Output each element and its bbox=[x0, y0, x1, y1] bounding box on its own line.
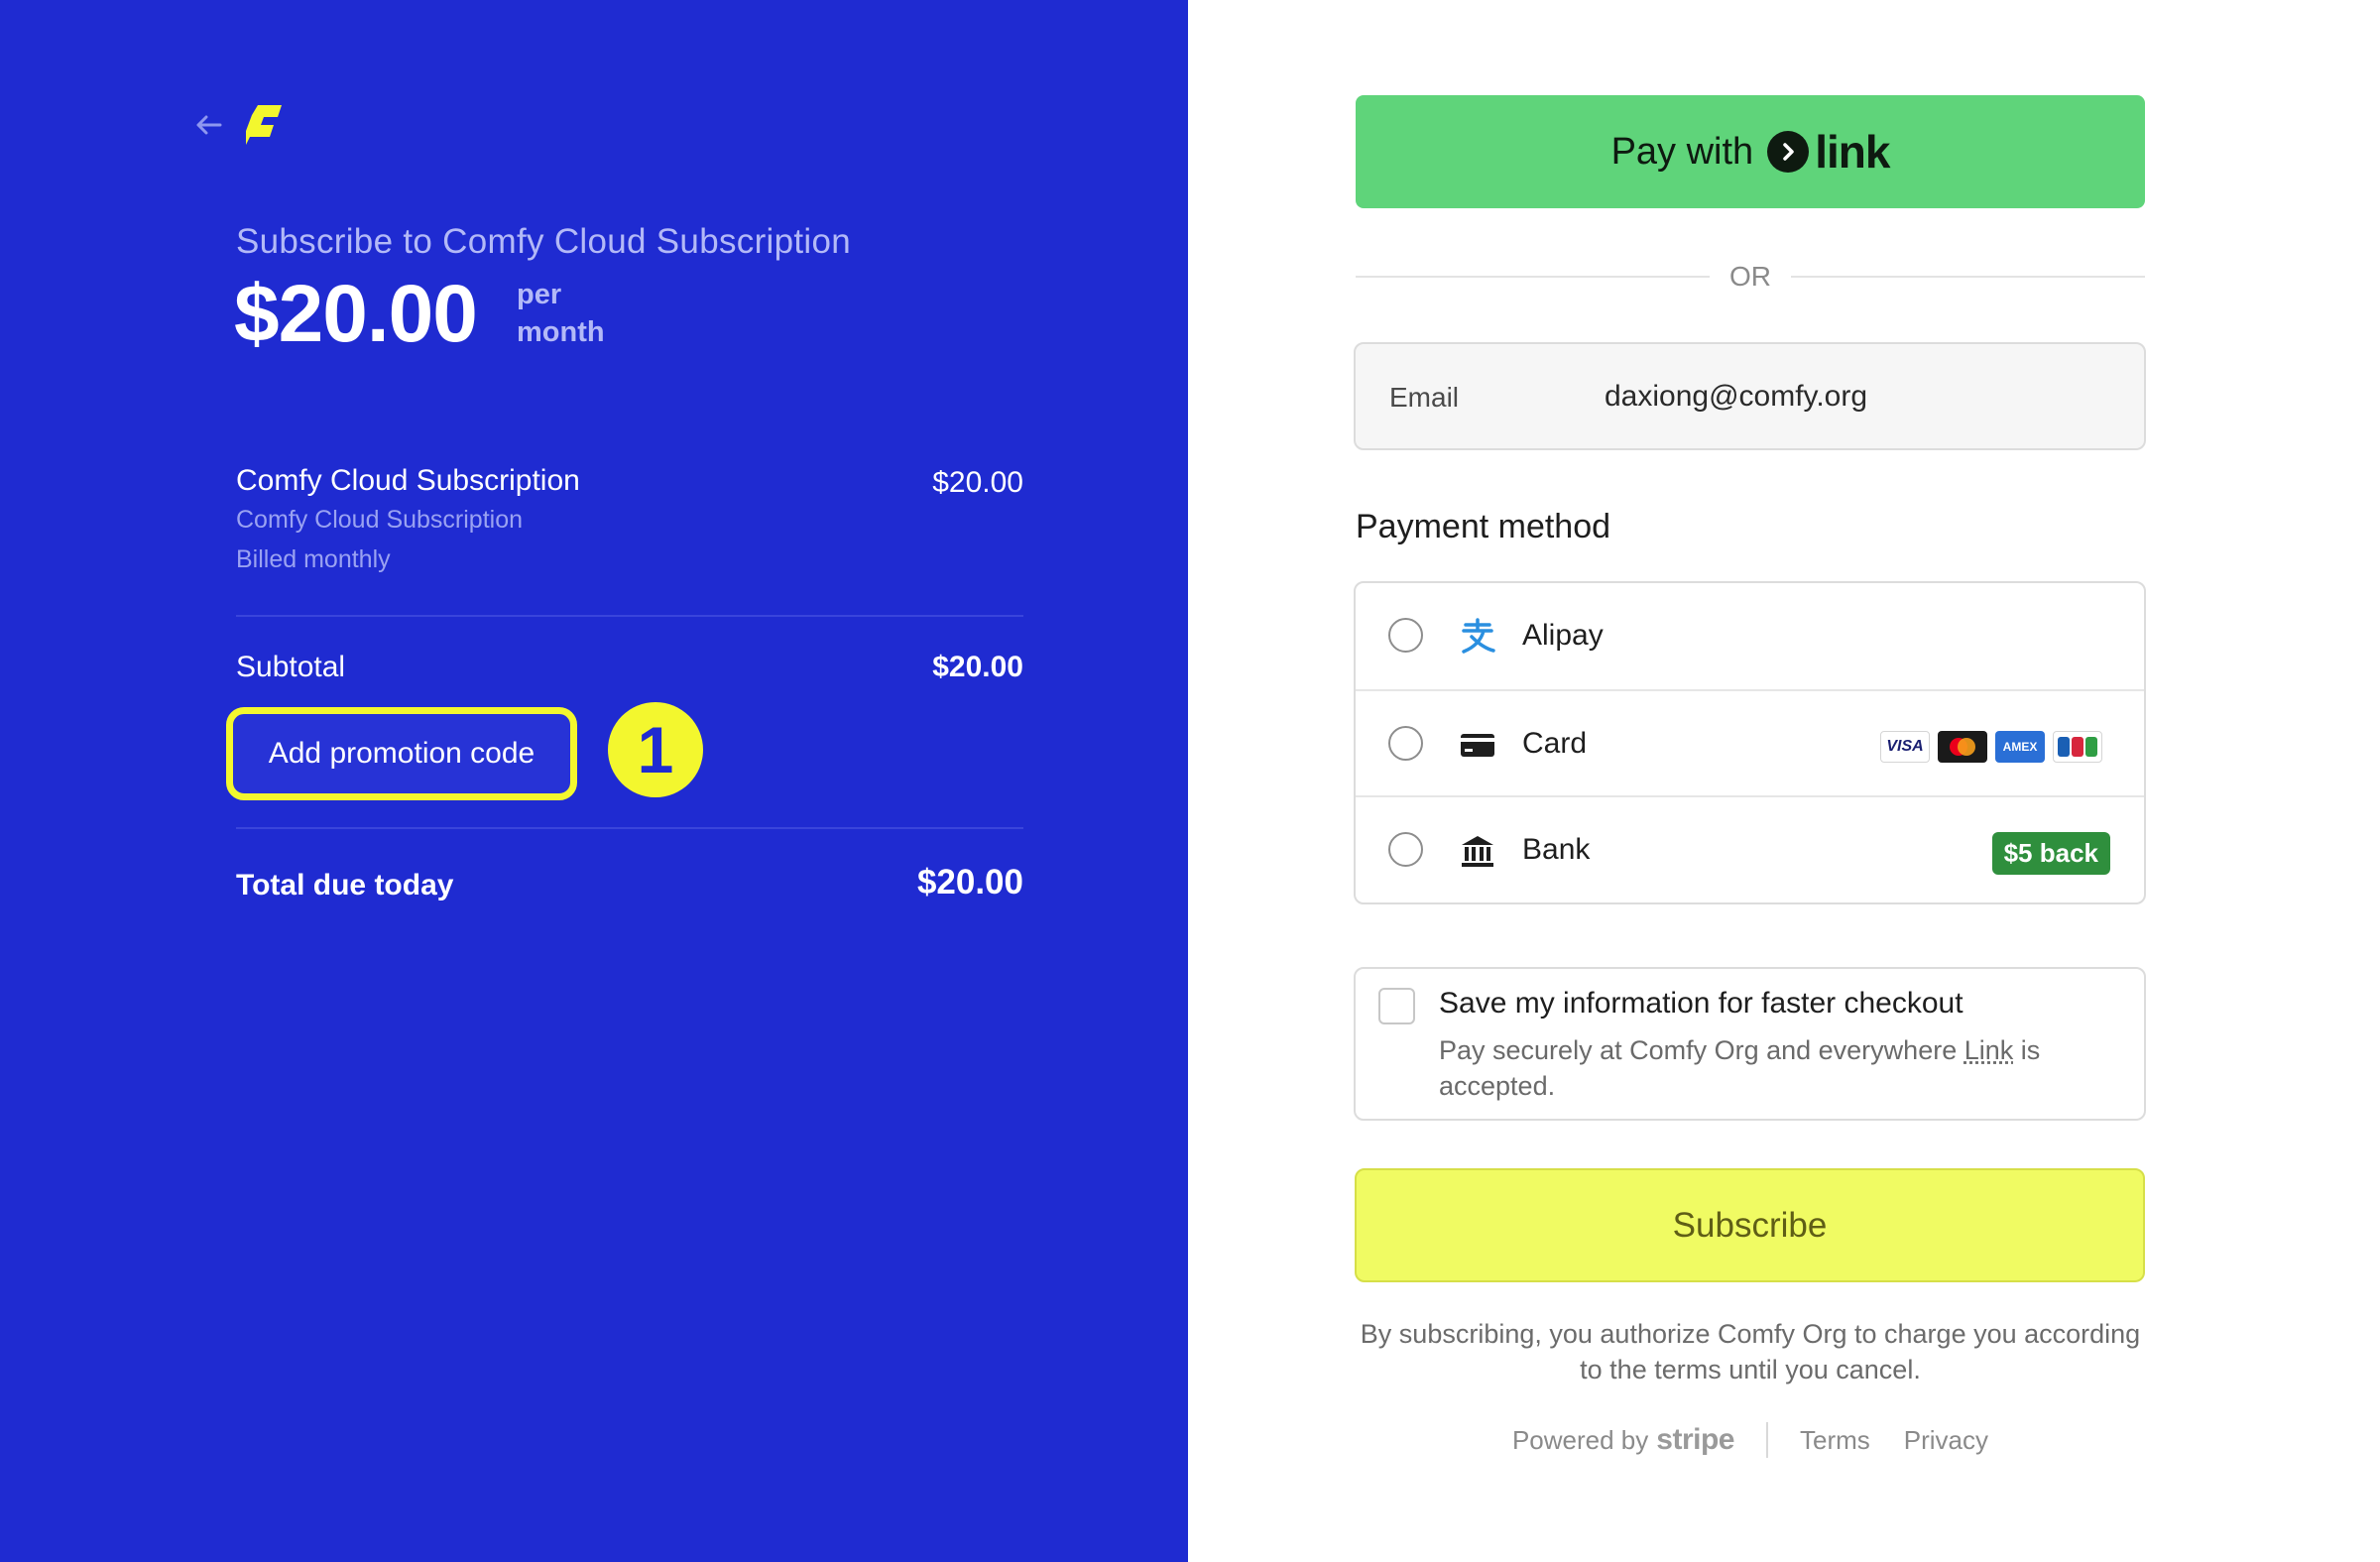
cashback-badge: $5 back bbox=[1991, 832, 2110, 875]
powered-by-stripe[interactable]: Powered by stripe bbox=[1511, 1423, 1735, 1457]
payment-option-label: Alipay bbox=[1522, 619, 1604, 652]
or-text: OR bbox=[1729, 261, 1771, 292]
step-number-badge: 1 bbox=[608, 702, 703, 797]
line-item-price: $20.00 bbox=[932, 466, 1023, 499]
save-desc-text: Pay securely at Comfy Org and everywhere bbox=[1439, 1035, 1964, 1065]
line-item-description: Comfy Cloud Subscription bbox=[236, 506, 524, 534]
bank-icon bbox=[1462, 836, 1493, 867]
divider bbox=[236, 615, 1023, 617]
link-chevron-icon bbox=[1767, 131, 1810, 173]
alipay-radio[interactable] bbox=[1388, 618, 1423, 653]
alipay-icon bbox=[1462, 618, 1495, 654]
powered-by-label: Powered by bbox=[1511, 1424, 1649, 1455]
subtotal-value: $20.00 bbox=[932, 651, 1023, 683]
save-info-checkbox[interactable] bbox=[1378, 988, 1415, 1024]
payment-option-label: Bank bbox=[1522, 833, 1591, 866]
privacy-link[interactable]: Privacy bbox=[1904, 1425, 1988, 1456]
card-icon bbox=[1461, 734, 1494, 757]
footer-separator bbox=[1765, 1422, 1768, 1458]
link-logo: link bbox=[1767, 125, 1890, 179]
payment-option-bank[interactable]: Bank $5 back bbox=[1356, 795, 2144, 901]
payment-option-card[interactable]: Card VISA AMEX bbox=[1356, 689, 2144, 795]
card-radio[interactable] bbox=[1388, 726, 1423, 761]
payment-option-alipay[interactable]: Alipay bbox=[1356, 583, 2144, 689]
subscription-title: Subscribe to Comfy Cloud Subscription bbox=[236, 222, 851, 261]
line-item-name: Comfy Cloud Subscription bbox=[236, 464, 580, 497]
footer: Powered by stripe Terms Privacy bbox=[1356, 1422, 2145, 1458]
visa-logo-icon: VISA bbox=[1880, 731, 1930, 763]
back-arrow-icon[interactable] bbox=[190, 107, 226, 143]
price-period: per month bbox=[517, 276, 605, 351]
add-promotion-code-button[interactable]: Add promotion code bbox=[226, 707, 577, 800]
mastercard-logo-icon bbox=[1938, 731, 1987, 763]
link-info-link[interactable]: Link bbox=[1964, 1035, 2014, 1065]
payment-method-heading: Payment method bbox=[1356, 508, 1611, 545]
pay-with-label: Pay with bbox=[1610, 130, 1754, 173]
save-info-title: Save my information for faster checkout bbox=[1439, 987, 1964, 1020]
save-info-description: Pay securely at Comfy Org and everywhere… bbox=[1439, 1032, 2123, 1104]
bank-radio[interactable] bbox=[1388, 832, 1423, 867]
order-summary-panel: Subscribe to Comfy Cloud Subscription $2… bbox=[0, 0, 1188, 1562]
or-line-right bbox=[1791, 276, 2145, 278]
price-amount: $20.00 bbox=[234, 269, 478, 359]
email-label: Email bbox=[1389, 382, 1460, 413]
or-separator: OR bbox=[1356, 260, 2145, 294]
or-line-left bbox=[1356, 276, 1710, 278]
line-item-billing: Billed monthly bbox=[236, 545, 391, 573]
total-due-value: $20.00 bbox=[916, 863, 1023, 901]
price-period-line2: month bbox=[517, 316, 605, 348]
divider bbox=[236, 827, 1023, 829]
price-period-line1: per bbox=[517, 279, 562, 310]
email-field[interactable]: Email daxiong@comfy.org bbox=[1354, 342, 2146, 450]
amex-logo-icon: AMEX bbox=[1995, 731, 2045, 763]
card-brand-logos: VISA AMEX bbox=[1880, 731, 2102, 763]
legal-disclaimer: By subscribing, you authorize Comfy Org … bbox=[1360, 1319, 2141, 1384]
total-due-label: Total due today bbox=[236, 869, 454, 901]
email-value[interactable]: daxiong@comfy.org bbox=[1605, 380, 1867, 414]
subscribe-button[interactable]: Subscribe bbox=[1355, 1168, 2145, 1282]
jcb-logo-icon bbox=[2053, 731, 2102, 763]
pay-with-link-button[interactable]: Pay with link bbox=[1356, 95, 2145, 208]
subtotal-label: Subtotal bbox=[236, 651, 346, 683]
terms-link[interactable]: Terms bbox=[1800, 1425, 1870, 1456]
save-info-panel: Save my information for faster checkout … bbox=[1354, 967, 2146, 1121]
payment-method-list: Alipay Card VISA AMEX Bank $5 back bbox=[1354, 581, 2146, 904]
comfy-logo-icon[interactable] bbox=[244, 103, 284, 147]
payment-option-label: Card bbox=[1522, 727, 1588, 760]
link-brand-text: link bbox=[1815, 126, 1890, 178]
stripe-logo-icon: stripe bbox=[1656, 1423, 1734, 1456]
